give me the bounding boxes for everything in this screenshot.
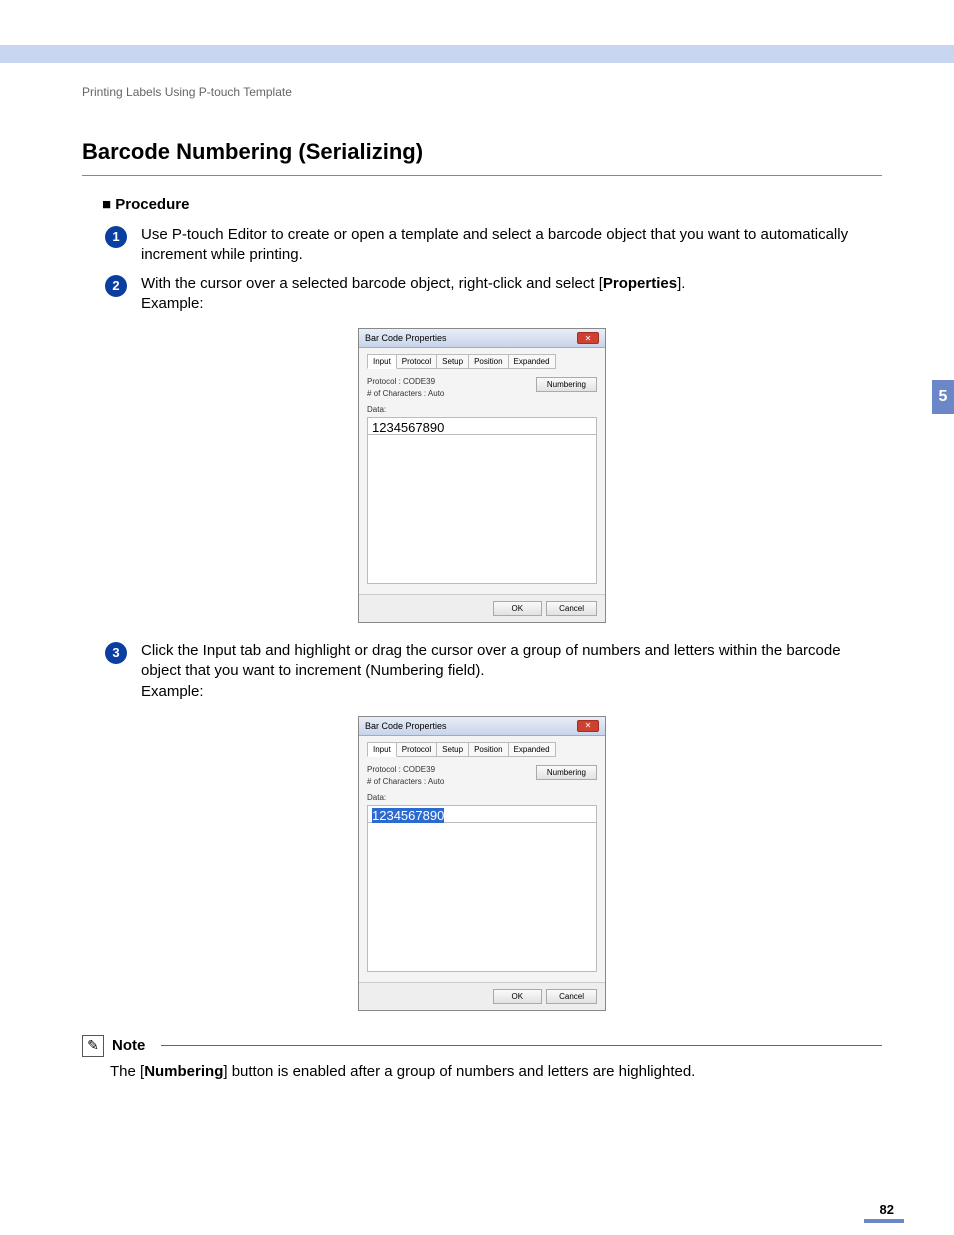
dialog-tabs: Input Protocol Setup Position Expanded bbox=[367, 742, 597, 757]
note-text: The [Numbering] button is enabled after … bbox=[110, 1061, 882, 1082]
step-2: 2 With the cursor over a selected barcod… bbox=[105, 274, 882, 315]
protocol-label: Protocol : CODE39 bbox=[367, 377, 444, 386]
page-accent bbox=[864, 1219, 904, 1223]
cancel-button[interactable]: Cancel bbox=[546, 989, 597, 1004]
note-label: Note bbox=[112, 1037, 145, 1054]
tab-protocol[interactable]: Protocol bbox=[396, 354, 437, 369]
note-block: ✎ Note The [Numbering] button is enabled… bbox=[82, 1035, 882, 1082]
tab-input[interactable]: Input bbox=[367, 354, 397, 369]
note-icon: ✎ bbox=[82, 1035, 104, 1057]
tab-position[interactable]: Position bbox=[468, 354, 508, 369]
tab-position[interactable]: Position bbox=[468, 742, 508, 757]
numbering-button[interactable]: Numbering bbox=[536, 765, 597, 780]
dialog-titlebar: Bar Code Properties ✕ bbox=[359, 329, 605, 348]
section-title: Barcode Numbering (Serializing) bbox=[82, 139, 882, 165]
protocol-label: Protocol : CODE39 bbox=[367, 765, 444, 774]
close-icon[interactable]: ✕ bbox=[577, 332, 599, 344]
dialog-title-text: Bar Code Properties bbox=[365, 721, 447, 731]
numbering-button[interactable]: Numbering bbox=[536, 377, 597, 392]
step-1-text: Use P-touch Editor to create or open a t… bbox=[141, 225, 882, 266]
tab-protocol[interactable]: Protocol bbox=[396, 742, 437, 757]
breadcrumb: Printing Labels Using P-touch Template bbox=[82, 85, 882, 99]
step-1: 1 Use P-touch Editor to create or open a… bbox=[105, 225, 882, 266]
tab-input[interactable]: Input bbox=[367, 742, 397, 757]
divider bbox=[82, 175, 882, 176]
tab-setup[interactable]: Setup bbox=[436, 742, 469, 757]
step-number-icon: 3 bbox=[105, 642, 127, 664]
step-2-text: With the cursor over a selected barcode … bbox=[141, 274, 882, 315]
chars-label: # of Characters : Auto bbox=[367, 389, 444, 398]
dialog-titlebar: Bar Code Properties ✕ bbox=[359, 717, 605, 736]
data-preview-area bbox=[367, 822, 597, 972]
chapter-tab: 5 bbox=[932, 380, 954, 414]
step-number-icon: 2 bbox=[105, 275, 127, 297]
dialog-title-text: Bar Code Properties bbox=[365, 333, 447, 343]
page-content: Printing Labels Using P-touch Template B… bbox=[82, 85, 882, 1082]
data-label: Data: bbox=[367, 793, 597, 802]
tab-expanded[interactable]: Expanded bbox=[508, 354, 556, 369]
cancel-button[interactable]: Cancel bbox=[546, 601, 597, 616]
dialog-example-2: Bar Code Properties ✕ Input Protocol Set… bbox=[82, 716, 882, 1011]
step-number-icon: 1 bbox=[105, 226, 127, 248]
barcode-properties-dialog: Bar Code Properties ✕ Input Protocol Set… bbox=[358, 328, 606, 623]
dialog-example-1: Bar Code Properties ✕ Input Protocol Set… bbox=[82, 328, 882, 623]
close-icon[interactable]: ✕ bbox=[577, 720, 599, 732]
data-label: Data: bbox=[367, 405, 597, 414]
note-rule bbox=[161, 1045, 882, 1046]
step-3-text: Click the Input tab and highlight or dra… bbox=[141, 641, 882, 702]
step-3: 3 Click the Input tab and highlight or d… bbox=[105, 641, 882, 702]
header-bar bbox=[0, 45, 954, 63]
dialog-tabs: Input Protocol Setup Position Expanded bbox=[367, 354, 597, 369]
chars-label: # of Characters : Auto bbox=[367, 777, 444, 786]
tab-setup[interactable]: Setup bbox=[436, 354, 469, 369]
data-input-highlighted[interactable]: 1234567890 bbox=[367, 805, 597, 823]
page-number: 82 bbox=[880, 1202, 894, 1217]
barcode-properties-dialog: Bar Code Properties ✕ Input Protocol Set… bbox=[358, 716, 606, 1011]
procedure-label: Procedure bbox=[102, 196, 882, 213]
data-input[interactable]: 1234567890 bbox=[367, 417, 597, 435]
data-preview-area bbox=[367, 434, 597, 584]
tab-expanded[interactable]: Expanded bbox=[508, 742, 556, 757]
ok-button[interactable]: OK bbox=[493, 989, 543, 1004]
ok-button[interactable]: OK bbox=[493, 601, 543, 616]
